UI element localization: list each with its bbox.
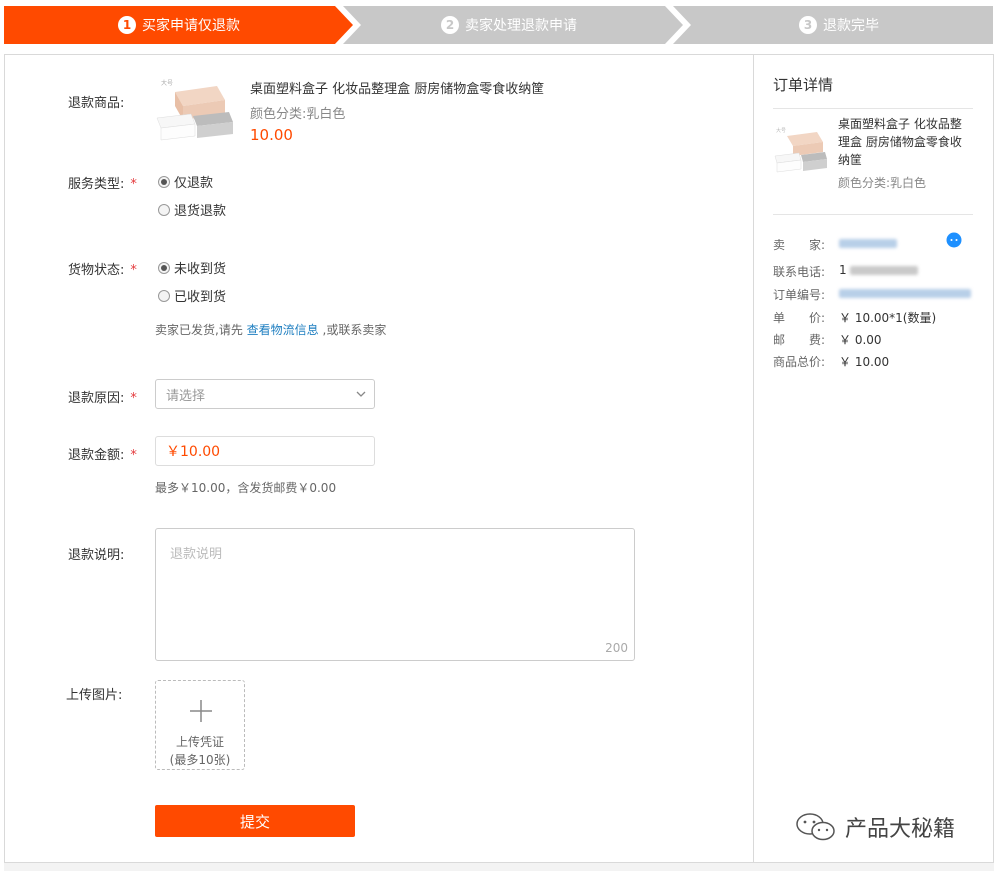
order-detail-title: 订单详情 xyxy=(773,76,834,94)
step-3-label: 退款完毕 xyxy=(823,18,879,34)
required-mark: * xyxy=(130,177,137,192)
refund-reason-label: 退款原因: * xyxy=(68,387,137,406)
required-mark: * xyxy=(130,263,137,278)
unit-price-value: ￥ 10.00*1(数量) xyxy=(839,311,937,325)
refund-description-label: 退款说明: xyxy=(68,548,125,563)
radio-not-received-label[interactable]: 未收到货 xyxy=(174,258,226,277)
required-mark: * xyxy=(130,391,137,406)
refund-amount-hint: 最多￥10.00，含发货邮费￥0.00 xyxy=(155,481,337,495)
step-2-label: 卖家处理退款申请 xyxy=(465,18,577,34)
radio-return-and-refund[interactable]: 退货退款 xyxy=(158,200,226,219)
refund-reason-select[interactable]: 请选择 xyxy=(155,379,375,409)
svg-text:大号: 大号 xyxy=(776,127,786,134)
radio-refund-only-label[interactable]: 仅退款 xyxy=(174,172,213,191)
radio-return-and-refund-label[interactable]: 退货退款 xyxy=(174,200,226,219)
unit-price-label: 单 价: xyxy=(773,311,826,325)
plus-icon[interactable] xyxy=(189,699,213,723)
wechat-icon xyxy=(796,813,835,841)
radio-refund-only[interactable]: 仅退款 xyxy=(158,172,213,191)
required-mark: * xyxy=(130,448,137,463)
watermark: 产品大秘籍 xyxy=(795,811,955,843)
bottom-strip xyxy=(4,863,994,871)
seller-label: 卖 家: xyxy=(773,238,826,252)
redacted-phone xyxy=(849,266,918,275)
svg-text:大号: 大号 xyxy=(161,79,173,87)
order-detail-divider xyxy=(773,214,973,215)
order-number-value xyxy=(839,286,971,303)
refund-amount-label: 退款金额: * xyxy=(68,444,137,463)
product-title[interactable]: 桌面塑料盒子 化妆品整理盒 厨房储物盒零食收纳筐 xyxy=(250,78,544,97)
step-1-number: 1 xyxy=(118,16,136,34)
radio-dot[interactable] xyxy=(158,289,170,302)
radio-received[interactable]: 已收到货 xyxy=(158,286,226,305)
phone-visible-digit: 1 xyxy=(839,263,847,277)
radio-dot[interactable] xyxy=(158,261,170,274)
postage-value: ￥ 0.00 xyxy=(839,333,882,347)
chevron-down-icon[interactable] xyxy=(356,390,366,398)
unit-price-row: 单 价: ￥ 10.00*1(数量) xyxy=(773,309,936,326)
step-1-label: 买家申请仅退款 xyxy=(142,18,240,34)
refund-reason-placeholder[interactable]: 请选择 xyxy=(166,385,205,404)
redacted-order-number xyxy=(839,289,971,298)
goods-status-label-text: 货物状态: xyxy=(68,263,125,278)
step-3-number: 3 xyxy=(799,16,817,34)
order-product-variant: 颜色分类:乳白色 xyxy=(838,176,927,190)
shipped-hint: 卖家已发货,请先 查看物流信息 ,或联系卖家 xyxy=(155,321,386,338)
refund-amount-input[interactable] xyxy=(155,436,375,466)
refund-amount-label-text: 退款金额: xyxy=(68,448,125,463)
radio-received-label[interactable]: 已收到货 xyxy=(174,286,226,305)
step-3: 3 退款完毕 xyxy=(799,6,879,44)
order-number-row: 订单编号: xyxy=(773,286,971,303)
panel-divider xyxy=(753,54,754,863)
upload-evidence-button[interactable]: 上传凭证 (最多10张) xyxy=(155,680,245,770)
product-price: 10.00 xyxy=(250,126,293,144)
shipped-hint-before: 卖家已发货,请先 xyxy=(155,323,243,337)
progress-steps: 1 买家申请仅退款 2 卖家处理退款申请 3 退款完毕 xyxy=(4,6,993,44)
radio-not-received[interactable]: 未收到货 xyxy=(158,258,226,277)
watermark-text: 产品大秘籍 xyxy=(845,817,956,842)
order-product-thumbnail: 大号 xyxy=(774,127,827,173)
step-2: 2 卖家处理退款申请 xyxy=(441,6,577,44)
order-product-title[interactable]: 桌面塑料盒子 化妆品整理盒 厨房储物盒零食收纳筐 xyxy=(838,115,968,169)
seller-value[interactable] xyxy=(839,236,897,253)
product-variant: 颜色分类:乳白色 xyxy=(250,107,346,122)
total-value: ￥ 10.00 xyxy=(839,355,890,369)
phone-value: 1 xyxy=(839,263,918,280)
refund-product-label: 退款商品: xyxy=(68,96,125,111)
char-counter: 200 xyxy=(605,641,628,655)
refund-description-textarea[interactable] xyxy=(156,529,634,660)
product-thumbnail: 大号 xyxy=(156,79,233,141)
view-logistics-link[interactable]: 查看物流信息 xyxy=(247,323,319,337)
phone-label: 联系电话: xyxy=(773,265,826,279)
chat-icon[interactable] xyxy=(946,232,962,248)
radio-dot[interactable] xyxy=(158,175,170,188)
upload-evidence-text[interactable]: 上传凭证 xyxy=(156,733,244,750)
service-type-label-text: 服务类型: xyxy=(68,177,125,192)
postage-row: 邮 费: ￥ 0.00 xyxy=(773,331,882,348)
service-type-label: 服务类型: * xyxy=(68,173,137,192)
step-2-number: 2 xyxy=(441,16,459,34)
shipped-hint-after: ,或联系卖家 xyxy=(322,323,387,337)
upload-image-label: 上传图片: xyxy=(66,688,123,703)
upload-limit-text[interactable]: (最多10张) xyxy=(156,751,244,768)
total-label: 商品总价: xyxy=(773,355,826,369)
radio-dot[interactable] xyxy=(158,203,170,216)
refund-description-box[interactable]: 200 xyxy=(155,528,635,661)
seller-row: 卖 家: xyxy=(773,236,897,253)
goods-status-label: 货物状态: * xyxy=(68,259,137,278)
order-detail-divider xyxy=(773,108,973,109)
postage-label: 邮 费: xyxy=(773,333,826,347)
step-1: 1 买家申请仅退款 xyxy=(118,6,240,44)
phone-row: 联系电话: 1 xyxy=(773,263,918,280)
total-row: 商品总价: ￥ 10.00 xyxy=(773,353,889,370)
order-number-label: 订单编号: xyxy=(773,288,826,302)
refund-reason-label-text: 退款原因: xyxy=(68,391,125,406)
submit-button[interactable]: 提交 xyxy=(155,805,355,837)
redacted-seller-name xyxy=(839,239,897,248)
